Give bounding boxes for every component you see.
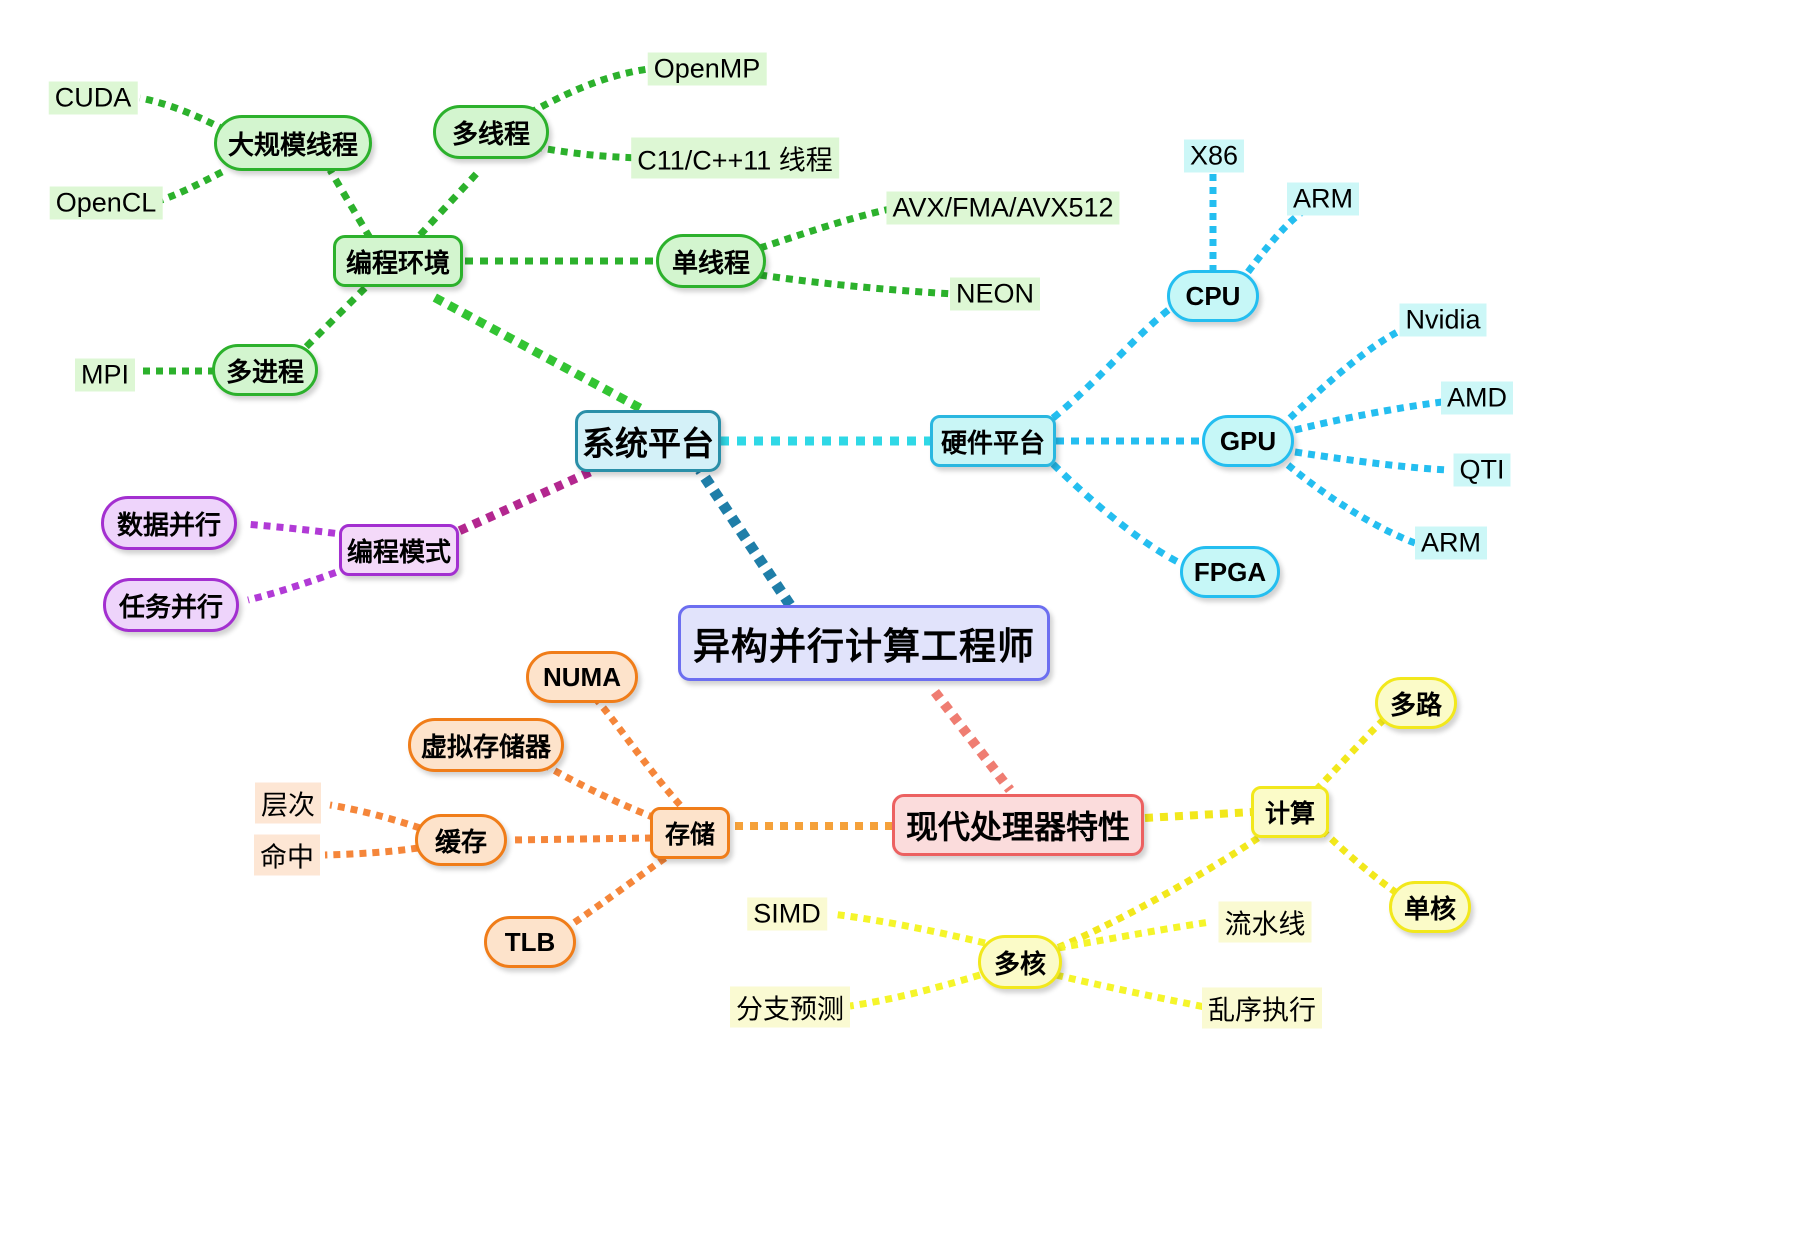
leaf-amd[interactable]: AMD: [1441, 381, 1513, 415]
edge-memory-tlb: [553, 855, 668, 939]
edge-multicore-pipeline: [1057, 918, 1211, 952]
node-system-platform[interactable]: 系统平台: [575, 410, 721, 472]
node-virtual-memory[interactable]: 虚拟存储器: [408, 718, 564, 772]
leaf-neon[interactable]: NEON: [949, 277, 1041, 311]
edge-cpu-arm: [1245, 207, 1307, 275]
edge-memory-cache: [509, 834, 653, 844]
leaf-x86[interactable]: X86: [1183, 139, 1245, 173]
edge-env-massive: [326, 168, 374, 240]
leaf-ooo-execution[interactable]: 乱序执行: [1202, 987, 1322, 1029]
node-cpu[interactable]: CPU: [1167, 270, 1259, 322]
node-programming-env[interactable]: 编程环境: [333, 235, 463, 287]
node-singlecore[interactable]: 单核: [1389, 881, 1471, 933]
node-massive-threads[interactable]: 大规模线程: [214, 115, 372, 171]
node-cache[interactable]: 缓存: [415, 814, 507, 866]
edge-memory-vmem: [543, 761, 657, 822]
node-compute[interactable]: 计算: [1251, 786, 1329, 838]
node-multiway[interactable]: 多路: [1375, 677, 1457, 729]
node-data-parallel[interactable]: 数据并行: [101, 496, 237, 550]
leaf-cache-hit[interactable]: 命中: [254, 834, 320, 876]
node-multiprocess[interactable]: 多进程: [212, 344, 318, 396]
node-programming-mode[interactable]: 编程模式: [339, 524, 459, 576]
mindmap-canvas: 异构并行计算工程师 系统平台 编程环境 大规模线程 CUDA OpenCL 多线…: [0, 0, 1801, 1242]
node-multicore[interactable]: 多核: [978, 935, 1062, 989]
edge-memory-numa: [587, 690, 683, 808]
leaf-nvidia[interactable]: Nvidia: [1399, 303, 1487, 337]
edge-multicore-branch: [849, 971, 982, 1010]
node-processor-features[interactable]: 现代处理器特性: [892, 794, 1144, 856]
edge-root-processor: [931, 688, 1014, 794]
edge-hardware-fpga: [1050, 461, 1192, 572]
leaf-cache-hierarchy[interactable]: 层次: [255, 782, 321, 824]
edge-hardware-cpu: [1050, 302, 1178, 421]
node-gpu[interactable]: GPU: [1202, 415, 1294, 467]
edge-massive-cuda: [139, 94, 227, 134]
node-root[interactable]: 异构并行计算工程师: [678, 605, 1050, 681]
edge-proc-compute: [1144, 808, 1254, 822]
leaf-arm-cpu[interactable]: ARM: [1287, 182, 1359, 216]
leaf-branch-prediction[interactable]: 分支预测: [730, 986, 850, 1028]
node-fpga[interactable]: FPGA: [1180, 546, 1280, 598]
edge-gpu-qti: [1294, 448, 1449, 474]
node-numa[interactable]: NUMA: [526, 651, 638, 703]
edge-multithread-openmp: [528, 65, 649, 117]
edge-system-mode: [448, 467, 592, 540]
node-singlethread[interactable]: 单线程: [656, 234, 766, 288]
edge-single-avx: [758, 204, 896, 252]
node-memory[interactable]: 存储: [650, 807, 730, 859]
leaf-qti[interactable]: QTI: [1453, 453, 1511, 487]
leaf-openmp[interactable]: OpenMP: [647, 52, 767, 86]
edge-mode-datapar: [244, 520, 349, 539]
leaf-simd[interactable]: SIMD: [747, 897, 827, 931]
edge-gpu-amd: [1294, 396, 1461, 434]
leaf-avx[interactable]: AVX/FMA/AVX512: [886, 191, 1120, 225]
edge-single-neon: [759, 271, 956, 298]
leaf-arm-gpu[interactable]: ARM: [1415, 526, 1487, 560]
leaf-c11-threads[interactable]: C11/C++11 线程: [631, 137, 839, 179]
edge-multicore-ooo: [1055, 971, 1206, 1011]
node-multithread[interactable]: 多线程: [433, 105, 549, 159]
edge-env-multithread: [417, 169, 481, 238]
node-task-parallel[interactable]: 任务并行: [103, 578, 239, 632]
edge-gpu-nvidia: [1287, 324, 1407, 421]
edge-root-system: [695, 466, 795, 609]
edge-massive-opencl: [153, 168, 224, 206]
edge-cache-hit: [324, 844, 419, 859]
leaf-mpi[interactable]: MPI: [74, 358, 136, 392]
edge-mode-taskpar: [247, 564, 350, 604]
leaf-opencl[interactable]: OpenCL: [49, 186, 163, 220]
edge-cache-hierarchy: [329, 801, 422, 832]
node-hardware-platform[interactable]: 硬件平台: [930, 415, 1056, 467]
edge-system-env: [427, 291, 643, 412]
leaf-cuda[interactable]: CUDA: [48, 81, 138, 115]
edge-env-multiprocess: [302, 285, 368, 351]
edge-multicore-simd: [831, 910, 986, 947]
edge-multithread-c11: [534, 143, 641, 162]
edge-gpu-arm: [1285, 462, 1417, 547]
node-tlb[interactable]: TLB: [484, 916, 576, 968]
leaf-pipeline[interactable]: 流水线: [1218, 901, 1312, 943]
